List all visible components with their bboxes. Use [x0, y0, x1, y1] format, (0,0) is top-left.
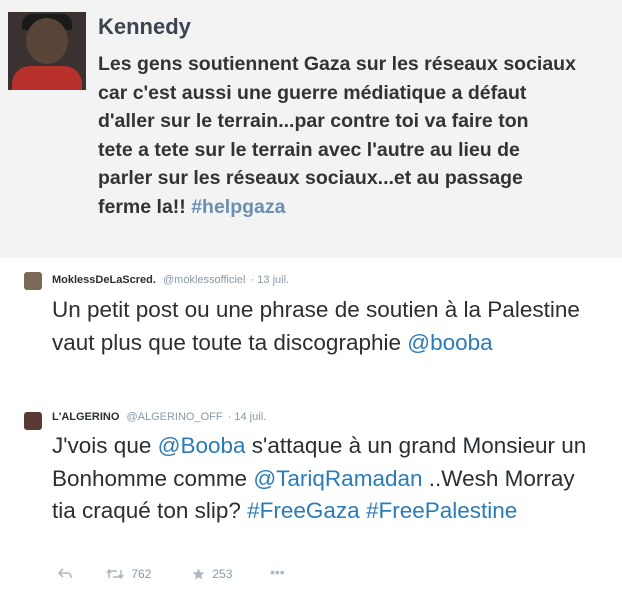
favorite-count: 253 — [212, 567, 233, 581]
avatar[interactable] — [24, 272, 42, 290]
tweet-text: Un petit post ou une phrase de soutien à… — [52, 297, 580, 355]
hashtag-link[interactable]: #FreePalestine — [366, 498, 517, 523]
hashtag-link[interactable]: #FreeGaza — [247, 498, 360, 523]
favorite-button[interactable]: 253 — [192, 567, 232, 583]
embedded-tweet-screenshot: Kennedy Les gens soutiennent Gaza sur le… — [0, 0, 622, 258]
avatar — [8, 12, 86, 90]
author-name[interactable]: L'ALGERINO — [52, 411, 119, 423]
retweet-icon — [106, 568, 124, 580]
mention-link[interactable]: @Booba — [158, 433, 246, 458]
favorite-icon — [192, 568, 205, 580]
author-name: Kennedy — [98, 14, 191, 39]
tweet-text: J'vois que @Booba s'attaque à un grand M… — [52, 433, 587, 523]
retweet-count: 762 — [131, 567, 152, 581]
tweet-date[interactable]: · 13 juil. — [251, 274, 290, 286]
author-name[interactable]: MoklessDeLaScred. — [52, 274, 156, 286]
avatar[interactable] — [24, 412, 42, 430]
tweet-text: Les gens soutiennent Gaza sur les réseau… — [98, 53, 576, 218]
tweet-date[interactable]: · 14 juil. — [228, 411, 267, 423]
author-handle[interactable]: @ALGERINO_OFF — [126, 411, 222, 423]
reply-icon[interactable] — [57, 568, 72, 583]
hashtag[interactable]: #helpgaza — [191, 196, 285, 218]
tweet-header: MoklessDeLaScred. @moklessofficiel · 13 … — [52, 272, 289, 288]
mention-link[interactable]: @booba — [407, 330, 492, 355]
tweet-header: L'ALGERINO @ALGERINO_OFF · 14 juil. — [52, 409, 266, 425]
retweet-button[interactable]: 762 — [106, 567, 151, 583]
mention-link[interactable]: @TariqRamadan — [253, 466, 422, 491]
more-icon[interactable]: ••• — [270, 564, 285, 580]
author-handle[interactable]: @moklessofficiel — [163, 274, 246, 286]
